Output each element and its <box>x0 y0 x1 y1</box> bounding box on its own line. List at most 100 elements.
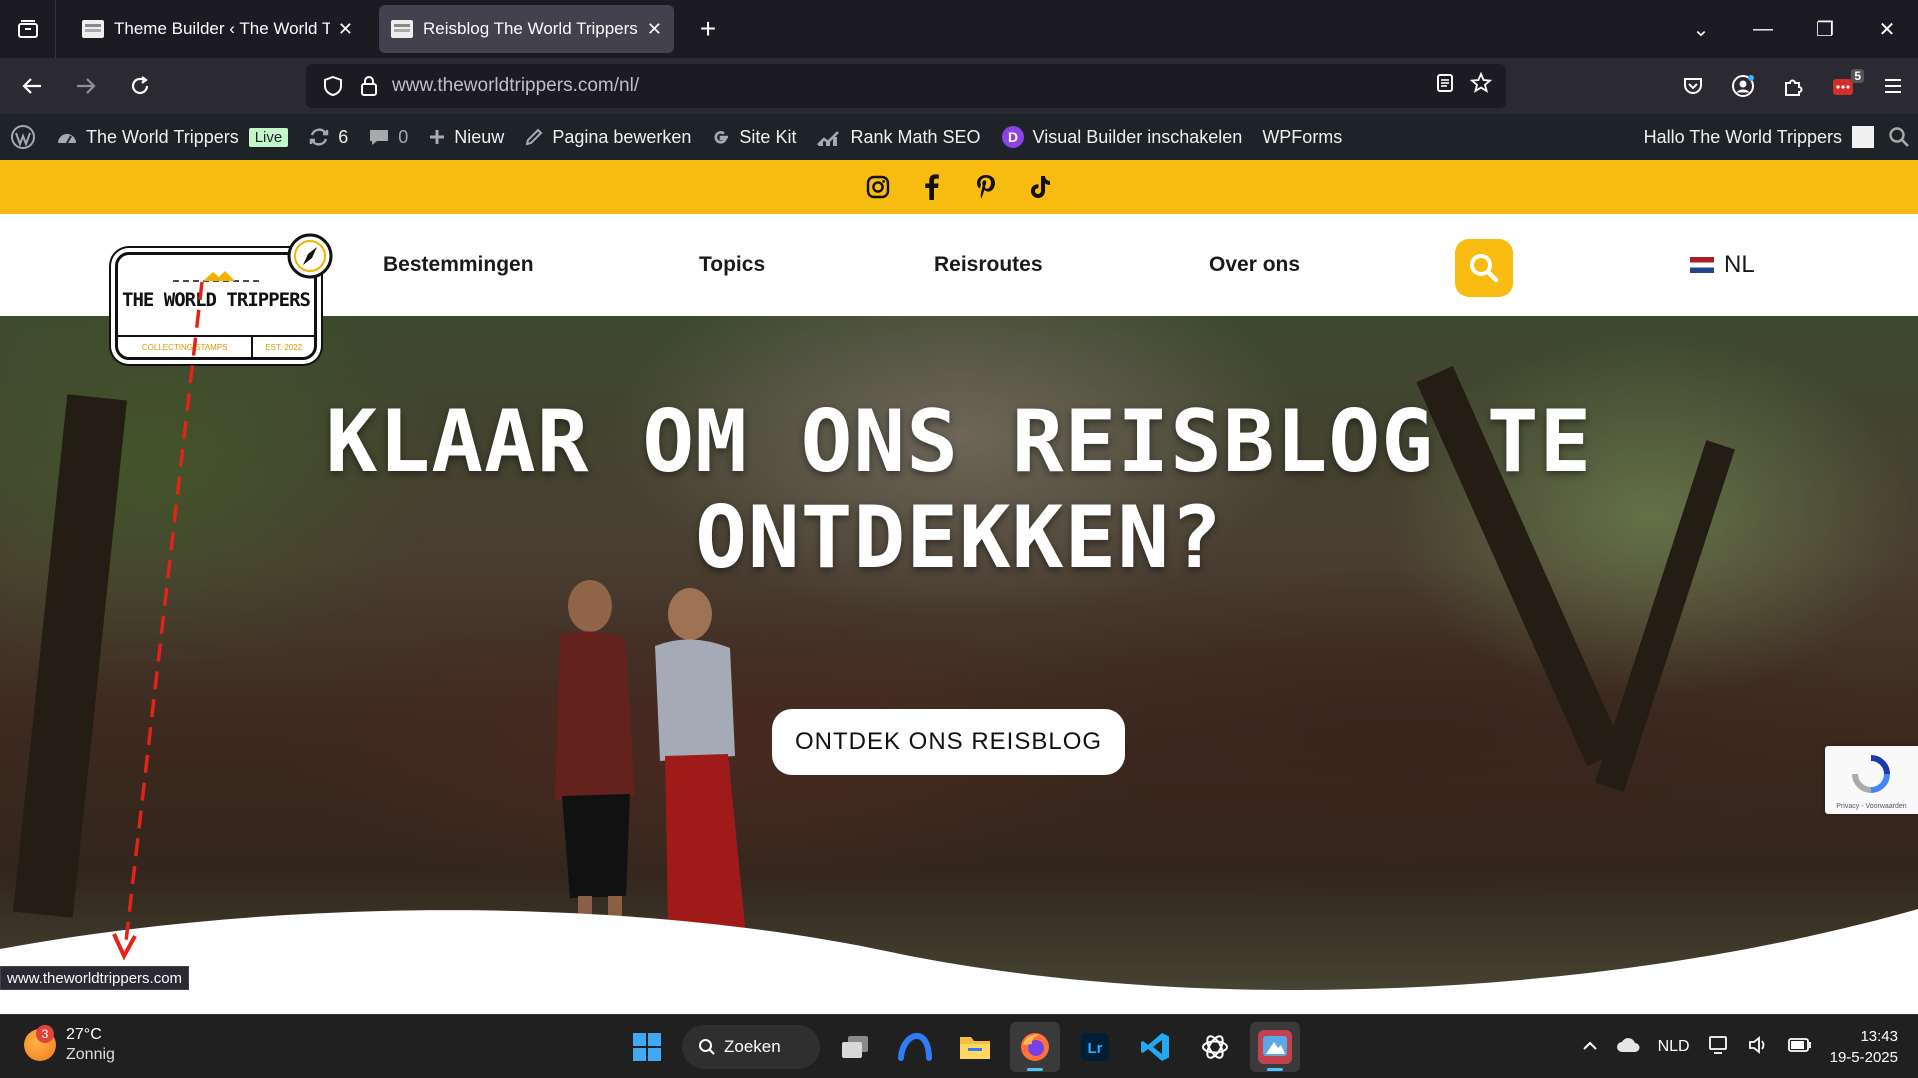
recaptcha-badge[interactable]: Privacy - Voorwaarden <box>1825 746 1918 814</box>
taskbar-search[interactable]: Zoeken <box>682 1025 820 1069</box>
clock[interactable]: 13:43 19-5-2025 <box>1830 1026 1898 1068</box>
pocket-icon[interactable] <box>1668 76 1718 96</box>
weather-widget[interactable]: 3 27°C Zonnig <box>24 1025 115 1065</box>
tab-theme-builder[interactable]: Theme Builder ‹ The World Tripp ✕ <box>70 5 365 53</box>
app-browser-arc[interactable] <box>890 1022 940 1072</box>
tab-close-icon[interactable]: ✕ <box>338 19 353 40</box>
link-status-bar: www.theworldtrippers.com <box>0 966 190 990</box>
restore-button[interactable]: ❐ <box>1794 17 1856 42</box>
wp-logo-menu[interactable] <box>0 114 46 160</box>
discover-blog-button[interactable]: ONTDEK ONS REISBLOG <box>772 709 1125 775</box>
tab-reisblog[interactable]: Reisblog The World Trippers. Vo ✕ <box>379 5 674 53</box>
wp-rank-math[interactable]: Rank Math SEO <box>806 114 990 160</box>
volume-icon[interactable] <box>1748 1035 1770 1060</box>
extension-badge: 5 <box>1851 69 1864 83</box>
website-viewport: Bestemmingen Topics Reisroutes Over ons … <box>0 160 1918 1014</box>
wp-account-menu[interactable]: Hallo The World Trippers <box>1634 114 1888 160</box>
wpforms-label: WPForms <box>1262 126 1343 147</box>
tiktok-icon[interactable] <box>1026 173 1054 201</box>
app-firefox[interactable] <box>1010 1022 1060 1072</box>
facebook-icon[interactable] <box>918 173 946 201</box>
close-window-button[interactable]: ✕ <box>1856 17 1918 42</box>
app-chatgpt[interactable] <box>1190 1022 1240 1072</box>
tray-overflow-chevron-icon[interactable] <box>1582 1038 1598 1056</box>
folder-icon <box>960 1037 990 1059</box>
wp-bar-right: Hallo The World Trippers <box>1634 114 1918 160</box>
forward-button[interactable] <box>62 62 110 110</box>
nav-topics[interactable]: Topics <box>699 214 765 316</box>
network-monitor-icon[interactable] <box>1708 1035 1730 1060</box>
wp-site-name[interactable]: The World Trippers Live <box>46 114 298 160</box>
wp-wpforms[interactable]: WPForms <box>1252 114 1352 160</box>
rank-math-label: Rank Math SEO <box>850 126 981 147</box>
app-file-explorer[interactable] <box>950 1022 1000 1072</box>
onedrive-cloud-icon[interactable] <box>1616 1037 1640 1058</box>
wp-search[interactable] <box>1888 114 1918 160</box>
clock-date: 19-5-2025 <box>1829 1049 1898 1066</box>
tracking-shield-icon[interactable] <box>320 73 346 99</box>
wp-comments[interactable]: 0 <box>358 114 418 160</box>
extension-lastpass-button[interactable]: 5 <box>1818 69 1868 97</box>
wp-site-kit[interactable]: Site Kit <box>701 114 806 160</box>
wp-new-content[interactable]: Nieuw <box>418 114 514 160</box>
reload-button[interactable] <box>116 62 164 110</box>
tab-list-button[interactable] <box>0 0 56 58</box>
app-lightroom[interactable]: Lr <box>1070 1022 1120 1072</box>
arc-browser-icon <box>898 1032 932 1061</box>
compass-icon <box>287 233 333 279</box>
task-view-button[interactable] <box>830 1022 880 1072</box>
new-tab-button[interactable]: + <box>688 13 728 45</box>
bookmark-star-icon[interactable] <box>1469 71 1493 100</box>
app-vscode[interactable] <box>1130 1022 1180 1072</box>
vscode-icon <box>1141 1033 1169 1061</box>
url-text: www.theworldtrippers.com/nl/ <box>392 75 639 97</box>
instagram-icon[interactable] <box>864 173 892 201</box>
search-label: Zoeken <box>724 1037 781 1056</box>
divi-d-icon: D <box>1001 125 1025 149</box>
weather-alert-badge: 3 <box>36 1025 54 1043</box>
extensions-icon[interactable] <box>1768 75 1818 97</box>
hero-headline: KLAAR OM ONS REISBLOG TE ONTDEKKEN? <box>0 394 1918 586</box>
weather-sun-icon: 3 <box>24 1025 56 1061</box>
tab-close-icon[interactable]: ✕ <box>647 19 662 40</box>
lock-icon[interactable] <box>356 73 382 99</box>
reader-view-icon[interactable] <box>1436 73 1454 99</box>
recaptcha-icon <box>1852 755 1890 793</box>
live-badge: Live <box>248 127 289 147</box>
pinterest-icon[interactable] <box>972 173 1000 201</box>
battery-charging-icon[interactable] <box>1787 1037 1812 1058</box>
url-bar[interactable]: www.theworldtrippers.com/nl/ <box>306 64 1506 108</box>
wp-visual-builder[interactable]: D Visual Builder inschakelen <box>991 114 1253 160</box>
social-bar <box>0 160 1918 214</box>
site-favicon-icon <box>82 20 104 38</box>
toolbar-right: 5 <box>1668 58 1918 114</box>
wp-edit-page[interactable]: Pagina bewerken <box>514 114 701 160</box>
app-menu-icon[interactable] <box>1868 77 1918 95</box>
visual-builder-label: Visual Builder inschakelen <box>1032 126 1243 147</box>
minimize-button[interactable]: — <box>1732 18 1794 41</box>
plus-icon <box>428 128 446 146</box>
browser-tab-strip: Theme Builder ‹ The World Tripp ✕ Reisbl… <box>0 0 1918 58</box>
app-snipping-tool[interactable] <box>1250 1022 1300 1072</box>
greeting-label: Hallo The World Trippers <box>1643 126 1842 147</box>
lightroom-icon: Lr <box>1081 1033 1109 1061</box>
language-switcher[interactable]: NL <box>1690 214 1755 316</box>
site-search-button[interactable] <box>1455 239 1513 297</box>
input-language[interactable]: NLD <box>1658 1038 1690 1056</box>
arrow-right-icon <box>77 78 96 94</box>
updates-refresh-icon <box>308 126 330 148</box>
tab-overflow-chevron-icon[interactable]: ⌄ <box>1670 17 1732 42</box>
back-button[interactable] <box>8 62 56 110</box>
nav-reisroutes[interactable]: Reisroutes <box>934 214 1043 316</box>
account-icon[interactable] <box>1718 74 1768 98</box>
nav-over-ons[interactable]: Over ons <box>1209 214 1300 316</box>
svg-text:Lr: Lr <box>1088 1040 1103 1057</box>
nav-bestemmingen[interactable]: Bestemmingen <box>383 214 534 316</box>
chatgpt-icon <box>1202 1035 1228 1059</box>
start-button[interactable] <box>622 1022 672 1072</box>
wp-updates[interactable]: 6 <box>298 114 358 160</box>
search-icon <box>1470 254 1499 283</box>
avatar <box>1852 126 1874 148</box>
hero-bottom-wave <box>0 909 1918 1014</box>
logo-established: EST. 2022 <box>265 342 303 352</box>
